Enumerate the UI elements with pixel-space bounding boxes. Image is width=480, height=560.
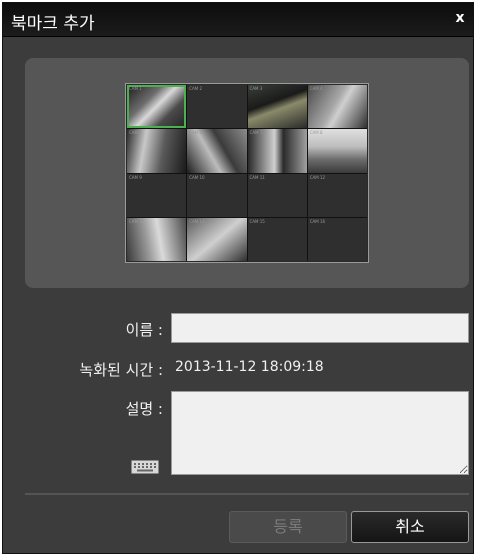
camera-tile: CAM 3 bbox=[247, 85, 307, 129]
divider bbox=[25, 493, 469, 495]
snapshot-thumbnail: CAM 1 CAM 2 CAM 3 CAM 4 CAM 5 CAM 6 CAM … bbox=[125, 83, 369, 263]
camera-tile: CAM 2 bbox=[187, 85, 247, 129]
bookmark-dialog: 북마크 추가 x CAM 1 CAM 2 CAM 3 CAM 4 CAM 5 C… bbox=[2, 2, 474, 554]
cancel-button[interactable]: 취소 bbox=[351, 511, 469, 543]
recorded-time-label: 녹화된 시간 : bbox=[79, 361, 163, 379]
camera-grid: CAM 1 CAM 2 CAM 3 CAM 4 CAM 5 CAM 6 CAM … bbox=[127, 85, 367, 261]
camera-tile: CAM 8 bbox=[307, 129, 367, 173]
dialog-title: 북마크 추가 bbox=[11, 14, 95, 34]
camera-tile: CAM 4 bbox=[307, 85, 367, 129]
title-bar: 북마크 추가 x bbox=[3, 3, 473, 37]
camera-tile: CAM 11 bbox=[247, 173, 307, 217]
description-label: 설명 : bbox=[125, 400, 163, 418]
keyboard-icon[interactable] bbox=[131, 459, 159, 474]
close-icon[interactable]: x bbox=[451, 9, 469, 27]
camera-tile: CAM 1 bbox=[127, 85, 187, 129]
camera-tile: CAM 15 bbox=[247, 217, 307, 261]
camera-tile: CAM 16 bbox=[307, 217, 367, 261]
description-input[interactable] bbox=[171, 391, 469, 475]
camera-tile: CAM 13 bbox=[127, 217, 187, 261]
camera-tile: CAM 7 bbox=[247, 129, 307, 173]
preview-panel: CAM 1 CAM 2 CAM 3 CAM 4 CAM 5 CAM 6 CAM … bbox=[25, 58, 469, 288]
name-input[interactable] bbox=[171, 313, 469, 343]
camera-tile: CAM 12 bbox=[307, 173, 367, 217]
register-button[interactable]: 등록 bbox=[229, 511, 347, 543]
camera-tile: CAM 9 bbox=[127, 173, 187, 217]
name-label: 이름 : bbox=[125, 321, 163, 339]
camera-tile: CAM 6 bbox=[187, 129, 247, 173]
camera-tile: CAM 5 bbox=[127, 129, 187, 173]
camera-tile: CAM 14 bbox=[187, 217, 247, 261]
recorded-time-value: 2013-11-12 18:09:18 bbox=[175, 359, 324, 375]
camera-tile: CAM 10 bbox=[187, 173, 247, 217]
